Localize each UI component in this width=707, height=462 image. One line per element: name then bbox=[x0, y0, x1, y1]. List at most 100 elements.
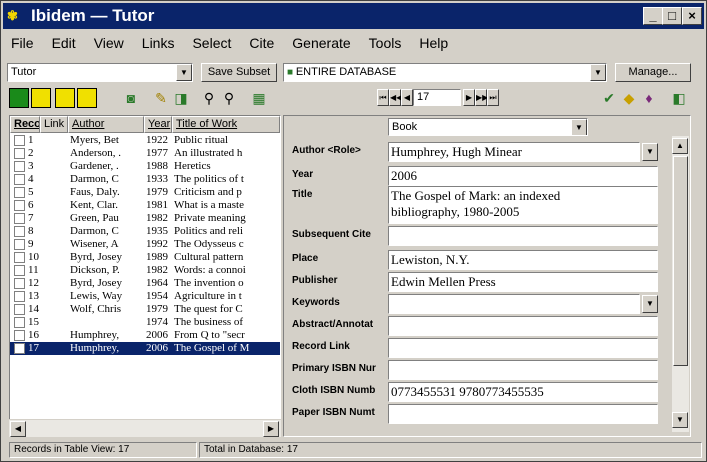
col-header-link[interactable]: Link bbox=[40, 116, 68, 133]
field-input[interactable]: Edwin Mellen Press bbox=[388, 272, 658, 292]
new-record-icon[interactable]: ◙ bbox=[121, 88, 141, 108]
horizontal-scrollbar[interactable]: ◀ ▶ bbox=[9, 419, 281, 437]
title-bar[interactable]: ✾ Ibidem — Tutor _ □ × bbox=[3, 3, 704, 29]
scroll-right-icon[interactable]: ▶ bbox=[263, 421, 279, 437]
table-row[interactable]: 14 Wolf, Chris 1979 The quest for C bbox=[10, 303, 280, 316]
scroll-left-icon[interactable]: ◀ bbox=[10, 421, 26, 437]
maximize-button[interactable]: □ bbox=[662, 7, 682, 25]
field-input[interactable]: 0773455531 9780773455535 bbox=[388, 382, 658, 402]
table-row[interactable]: 2 Anderson, . 1977 An illustrated h bbox=[10, 147, 280, 160]
scroll-up-icon[interactable]: ▲ bbox=[672, 138, 688, 154]
table-row[interactable]: 9 Wisener, A 1992 The Odysseus c bbox=[10, 238, 280, 251]
row-checkbox[interactable] bbox=[14, 252, 25, 263]
chevron-down-icon[interactable]: ▼ bbox=[642, 143, 658, 161]
col-header-year[interactable]: Year bbox=[144, 116, 172, 133]
row-checkbox[interactable] bbox=[14, 213, 25, 224]
menu-links[interactable]: Links bbox=[134, 35, 185, 51]
find-icon[interactable]: ⚲ bbox=[199, 88, 219, 108]
chevron-down-icon[interactable]: ▼ bbox=[642, 295, 658, 313]
field-input[interactable] bbox=[388, 316, 658, 336]
next-record-button[interactable]: ▶ bbox=[463, 89, 475, 106]
table-row[interactable]: 1 Myers, Bet 1922 Public ritual bbox=[10, 134, 280, 147]
previous-record-button[interactable]: ◀ bbox=[401, 89, 413, 106]
chevron-down-icon[interactable]: ▼ bbox=[571, 119, 587, 135]
table-row[interactable]: 7 Green, Pau 1982 Private meaning bbox=[10, 212, 280, 225]
next-page-button[interactable]: ▶▶ bbox=[475, 89, 488, 106]
row-checkbox[interactable] bbox=[14, 135, 25, 146]
menu-edit[interactable]: Edit bbox=[44, 35, 86, 51]
row-checkbox[interactable] bbox=[14, 226, 25, 237]
row-checkbox[interactable] bbox=[14, 187, 25, 198]
table-row[interactable]: 5 Faus, Daly. 1979 Criticism and p bbox=[10, 186, 280, 199]
scroll-thumb[interactable] bbox=[673, 156, 688, 366]
row-checkbox[interactable] bbox=[14, 278, 25, 289]
row-checkbox[interactable] bbox=[14, 239, 25, 250]
previous-page-button[interactable]: ◀◀ bbox=[389, 89, 402, 106]
minimize-button[interactable]: _ bbox=[643, 7, 663, 25]
table-row[interactable]: 6 Kent, Clar. 1981 What is a maste bbox=[10, 199, 280, 212]
field-input[interactable]: 2006 bbox=[388, 166, 658, 186]
database-select[interactable]: ■ ENTIRE DATABASE ▼ bbox=[283, 63, 607, 82]
table-row[interactable]: 4 Darmon, C 1933 The politics of t bbox=[10, 173, 280, 186]
field-input[interactable] bbox=[388, 404, 658, 424]
scroll-down-icon[interactable]: ▼ bbox=[672, 412, 688, 428]
manage-button[interactable]: Manage... bbox=[615, 63, 691, 82]
table-row[interactable]: 10 Byrd, Josey 1989 Cultural pattern bbox=[10, 251, 280, 264]
row-checkbox[interactable] bbox=[14, 265, 25, 276]
table-row[interactable]: 3 Gardener, . 1988 Heretics bbox=[10, 160, 280, 173]
row-checkbox[interactable] bbox=[14, 343, 25, 354]
save-subset-button[interactable]: Save Subset bbox=[201, 63, 277, 82]
library-select[interactable]: Tutor ▼ bbox=[7, 63, 193, 82]
table-row[interactable]: 13 Lewis, Way 1954 Agriculture in t bbox=[10, 290, 280, 303]
menu-file[interactable]: File bbox=[3, 35, 44, 51]
field-input[interactable]: Humphrey, Hugh Minear bbox=[388, 142, 640, 162]
table-layout-icon[interactable] bbox=[9, 88, 29, 108]
row-checkbox[interactable] bbox=[14, 200, 25, 211]
menu-tools[interactable]: Tools bbox=[361, 35, 412, 51]
chevron-down-icon[interactable]: ▼ bbox=[590, 64, 606, 81]
col-header-record[interactable]: Reco bbox=[10, 116, 40, 133]
top-bottom-layout-icon[interactable] bbox=[55, 88, 75, 108]
table-row[interactable]: 16 Humphrey, 2006 From Q to "secr bbox=[10, 329, 280, 342]
table-row[interactable]: 15 1974 The business of bbox=[10, 316, 280, 329]
col-header-author[interactable]: Author bbox=[68, 116, 144, 133]
record-number-input[interactable]: 17 bbox=[413, 89, 461, 106]
edit-record-icon[interactable]: ✎ bbox=[151, 88, 171, 108]
row-checkbox[interactable] bbox=[14, 161, 25, 172]
field-input[interactable] bbox=[388, 294, 640, 314]
menu-select[interactable]: Select bbox=[184, 35, 241, 51]
vertical-scrollbar[interactable]: ▲ ▼ bbox=[672, 136, 689, 432]
sort-icon[interactable]: ▦ bbox=[249, 88, 269, 108]
field-input[interactable]: Lewiston, N.Y. bbox=[388, 250, 658, 270]
col-header-title[interactable]: Title of Work bbox=[172, 116, 280, 133]
row-checkbox[interactable] bbox=[14, 174, 25, 185]
field-input[interactable] bbox=[388, 360, 658, 380]
table-row[interactable]: 8 Darmon, C 1935 Politics and reli bbox=[10, 225, 280, 238]
tag-icon[interactable]: ◆ bbox=[619, 88, 639, 108]
table-row[interactable]: 11 Dickson, P. 1982 Words: a connoi bbox=[10, 264, 280, 277]
menu-cite[interactable]: Cite bbox=[241, 35, 284, 51]
copy-record-icon[interactable]: ◨ bbox=[171, 88, 191, 108]
split-layout-icon[interactable] bbox=[31, 88, 51, 108]
menu-help[interactable]: Help bbox=[411, 35, 458, 51]
field-input[interactable]: The Gospel of Mark: an indexed bibliograp… bbox=[388, 186, 658, 224]
field-input[interactable] bbox=[388, 338, 658, 358]
record-type-select[interactable]: Book ▼ bbox=[388, 118, 588, 136]
table-row[interactable]: 17 Humphrey, 2006 The Gospel of M bbox=[10, 342, 280, 355]
link-icon[interactable]: ✔ bbox=[599, 88, 619, 108]
preview-icon[interactable]: ◧ bbox=[669, 88, 689, 108]
menu-view[interactable]: View bbox=[86, 35, 134, 51]
sync-icon[interactable]: ♦ bbox=[639, 88, 659, 108]
find-next-icon[interactable]: ⚲ bbox=[219, 88, 239, 108]
row-checkbox[interactable] bbox=[14, 330, 25, 341]
row-checkbox[interactable] bbox=[14, 291, 25, 302]
row-checkbox[interactable] bbox=[14, 304, 25, 315]
last-record-button[interactable]: ⏭ bbox=[487, 89, 499, 106]
menu-generate[interactable]: Generate bbox=[284, 35, 360, 51]
field-input[interactable] bbox=[388, 226, 658, 246]
row-checkbox[interactable] bbox=[14, 317, 25, 328]
record-layout-icon[interactable] bbox=[77, 88, 97, 108]
row-checkbox[interactable] bbox=[14, 148, 25, 159]
chevron-down-icon[interactable]: ▼ bbox=[176, 64, 192, 81]
first-record-button[interactable]: ⏮ bbox=[377, 89, 389, 106]
